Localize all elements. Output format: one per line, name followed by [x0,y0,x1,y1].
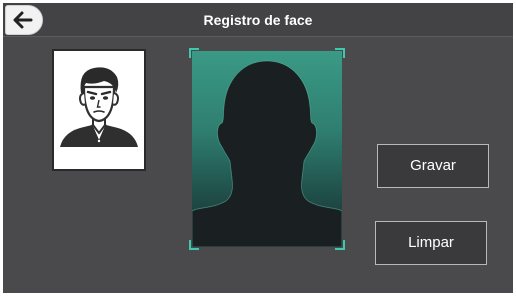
page-title: Registro de face [203,12,313,28]
record-button[interactable]: Gravar [377,144,489,188]
camera-view [192,51,342,247]
frame-corner [189,240,199,250]
face-registration-screen: Registro de face Gravar Limpar [3,3,513,293]
camera-preview [189,48,345,250]
arrow-left-icon [13,11,33,29]
frame-corner [335,240,345,250]
reference-photo [52,49,146,171]
face-silhouette-icon [192,60,342,247]
clear-button[interactable]: Limpar [375,221,487,265]
back-button[interactable] [5,5,43,35]
frame-corner [189,48,199,58]
person-portrait-icon [60,67,138,147]
frame-corner [335,48,345,58]
title-bar: Registro de face [3,3,513,37]
